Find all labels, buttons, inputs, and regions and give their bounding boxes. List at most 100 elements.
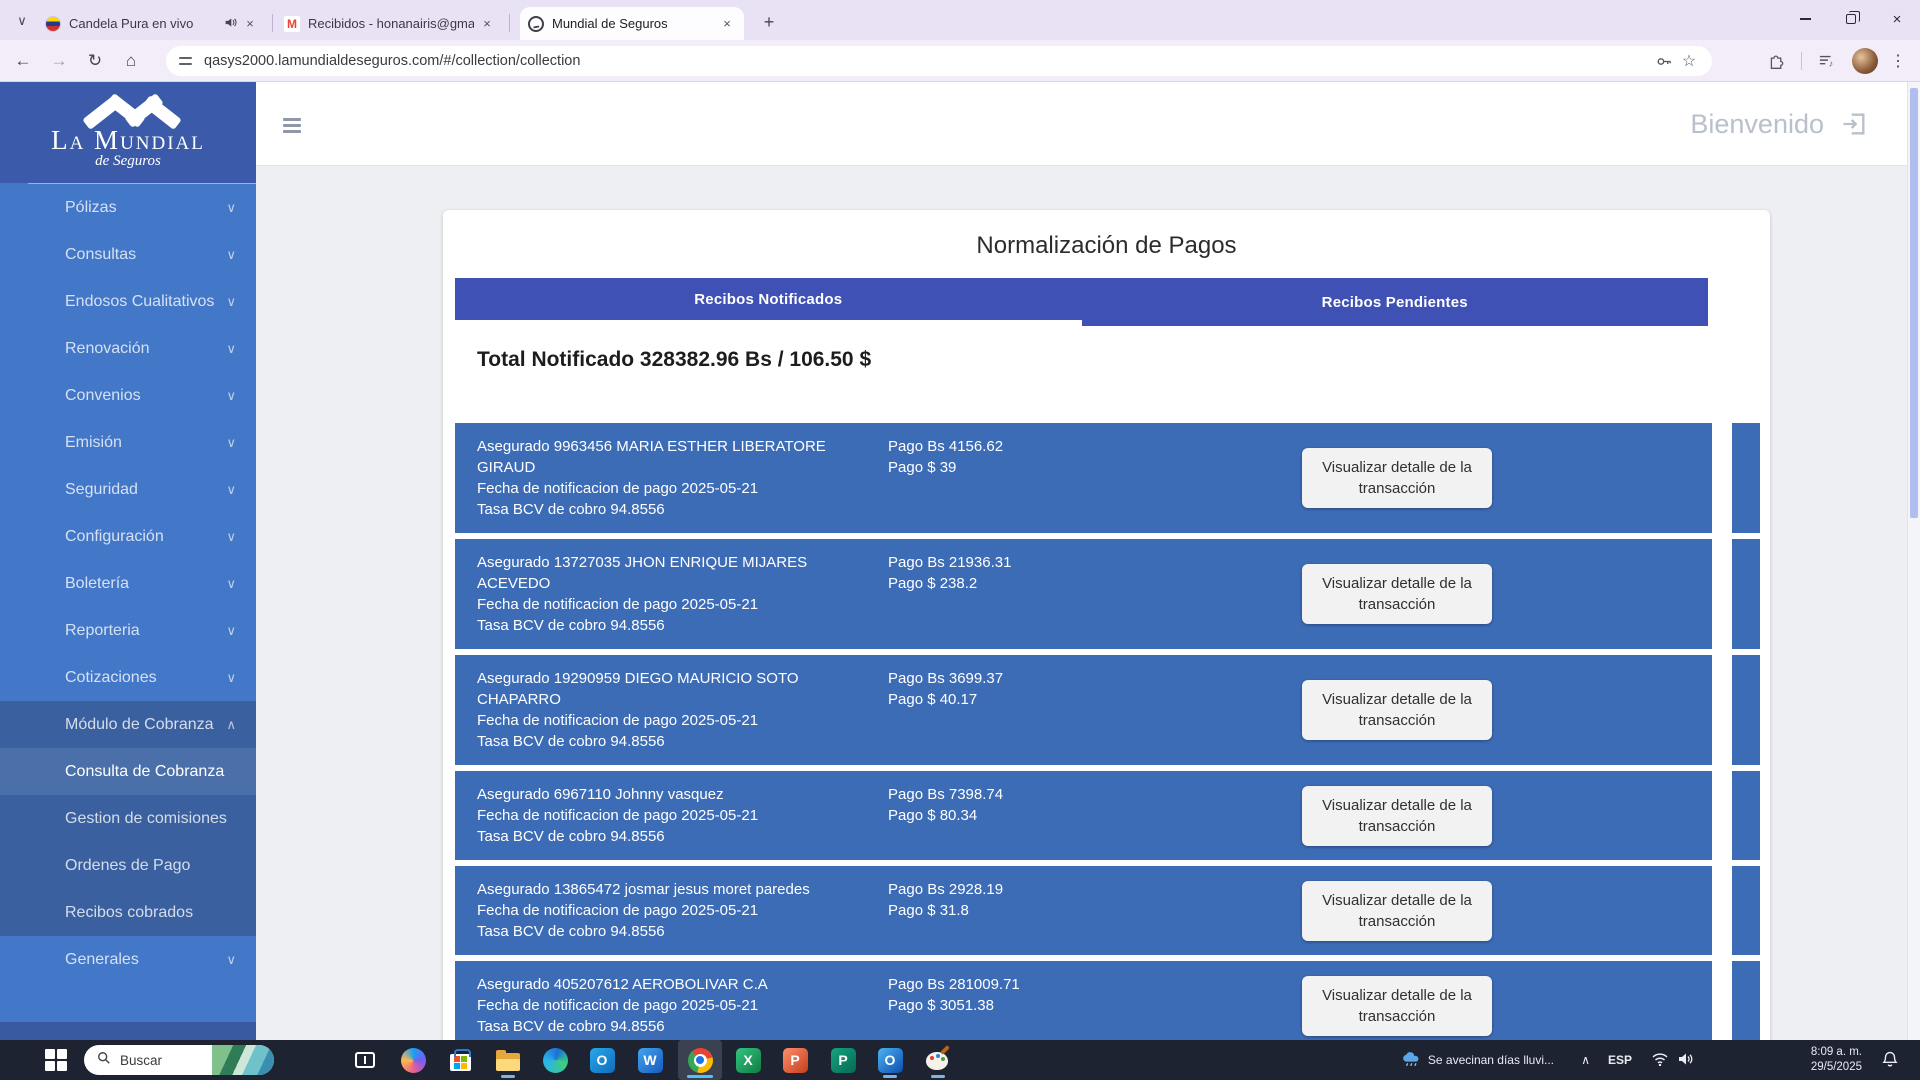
- clock[interactable]: 8:09 a. m. 29/5/2025: [1811, 1040, 1862, 1080]
- paint-button[interactable]: [916, 1040, 960, 1080]
- language-indicator[interactable]: ESP: [1608, 1040, 1632, 1080]
- copilot-button[interactable]: [391, 1040, 435, 1080]
- tab-mundial-active[interactable]: Mundial de Seguros ×: [520, 7, 744, 40]
- close-icon[interactable]: ×: [478, 15, 496, 33]
- sidebar-item-generales[interactable]: Generales∨: [0, 936, 256, 983]
- sidebar-item-boleteria[interactable]: Boletería∨: [0, 560, 256, 607]
- tab-search-icon[interactable]: ∨: [10, 10, 34, 32]
- sidebar-item-endosos[interactable]: Endosos Cualitativos∨: [0, 278, 256, 325]
- sidebar-item-configuracion[interactable]: Configuración∨: [0, 513, 256, 560]
- task-view-button[interactable]: [343, 1040, 387, 1080]
- store-button[interactable]: [438, 1040, 482, 1080]
- tab-candela[interactable]: Candela Pura en vivo ×: [37, 7, 267, 40]
- extensions-icon[interactable]: [1763, 48, 1789, 74]
- normalizacion-card: Normalización de Pagos Recibos Notificad…: [443, 210, 1770, 1040]
- forward-icon[interactable]: →: [44, 46, 74, 76]
- new-tab-button[interactable]: +: [756, 9, 782, 35]
- scrollbar-thumb[interactable]: [1910, 88, 1918, 518]
- sidebar-item-label: Emisión: [65, 434, 122, 452]
- active-indicator: [687, 1075, 713, 1078]
- profile-avatar[interactable]: [1852, 48, 1878, 74]
- sidebar-item-cotizaciones[interactable]: Cotizaciones∨: [0, 654, 256, 701]
- sidebar-item-reporteria[interactable]: Reporteria∨: [0, 607, 256, 654]
- sidebar-item-seguridad[interactable]: Seguridad∨: [0, 466, 256, 513]
- tab-recibos-notificados[interactable]: Recibos Notificados: [455, 278, 1082, 326]
- microsoft-store-icon: [450, 1054, 471, 1071]
- pago-bs: Pago Bs 7398.74: [888, 784, 1168, 805]
- fecha-notificacion: Fecha de notificacion de pago 2025-05-21: [477, 900, 842, 921]
- publisher-button[interactable]: P: [821, 1040, 865, 1080]
- site-info-icon[interactable]: [178, 53, 194, 69]
- sidebar-item-emision[interactable]: Emisión ∨: [0, 419, 256, 466]
- word-icon: W: [638, 1048, 663, 1073]
- minimize-button[interactable]: [1782, 0, 1828, 38]
- logout-icon[interactable]: [1840, 110, 1868, 138]
- view-transaction-button[interactable]: Visualizar detalle de la transacción: [1302, 448, 1492, 508]
- url-bar[interactable]: qasys2000.lamundialdeseguros.com/#/colle…: [166, 46, 1712, 76]
- tray-chevron-up-icon[interactable]: ∧: [1581, 1040, 1590, 1080]
- excel-button[interactable]: X: [726, 1040, 770, 1080]
- tasa-bcv: Tasa BCV de cobro 94.8556: [477, 499, 842, 520]
- close-icon[interactable]: ×: [718, 15, 736, 33]
- tab-title: Mundial de Seguros: [552, 16, 714, 31]
- search-highlight-image[interactable]: [212, 1045, 274, 1075]
- home-icon[interactable]: ⌂: [116, 46, 146, 76]
- pago-bs: Pago Bs 2928.19: [888, 879, 1168, 900]
- tasa-bcv: Tasa BCV de cobro 94.8556: [477, 615, 842, 636]
- file-explorer-button[interactable]: [486, 1040, 530, 1080]
- reload-icon[interactable]: ↻: [80, 46, 110, 76]
- browser-menu-icon[interactable]: ⋮: [1890, 51, 1906, 71]
- tab-gmail[interactable]: M Recibidos - honanairis@gmail.c ×: [276, 7, 504, 40]
- menu-icon[interactable]: [283, 118, 303, 133]
- close-window-button[interactable]: ×: [1874, 0, 1920, 38]
- sidebar-item-convenios[interactable]: Convenios∨: [0, 372, 256, 419]
- tab-audio-icon[interactable]: [224, 16, 237, 32]
- volume-icon[interactable]: [1678, 1052, 1694, 1071]
- sidebar-item-consulta-cobranza[interactable]: Consulta de Cobranza: [0, 748, 256, 795]
- chrome-button-active[interactable]: [678, 1040, 722, 1080]
- pago-bs: Pago Bs 4156.62: [888, 436, 1168, 457]
- receipt-info: Asegurado 13865472 josmar jesus moret pa…: [477, 879, 842, 942]
- sidebar-item-recibos-cobrados[interactable]: Recibos cobrados: [0, 889, 256, 936]
- powerpoint-button[interactable]: P: [773, 1040, 817, 1080]
- back-icon[interactable]: ←: [8, 46, 38, 76]
- restore-icon: [1846, 14, 1856, 24]
- tab-recibos-pendientes[interactable]: Recibos Pendientes: [1082, 278, 1709, 326]
- outlook-new-button[interactable]: O: [868, 1040, 912, 1080]
- outlook-classic-button[interactable]: O: [580, 1040, 624, 1080]
- sidebar-item-modulo-cobranza[interactable]: Módulo de Cobranza∧: [0, 701, 256, 748]
- receipt-row: Asegurado 13727035 JHON ENRIQUE MIJARES …: [455, 539, 1760, 649]
- edge-button[interactable]: [533, 1040, 577, 1080]
- sidebar-item-ordenes-pago[interactable]: Ordenes de Pago: [0, 842, 256, 889]
- sidebar-item-polizas[interactable]: Pólizas∨: [0, 184, 256, 231]
- view-transaction-button[interactable]: Visualizar detalle de la transacción: [1302, 976, 1492, 1036]
- view-transaction-button[interactable]: Visualizar detalle de la transacción: [1302, 564, 1492, 624]
- view-transaction-button[interactable]: Visualizar detalle de la transacción: [1302, 881, 1492, 941]
- receipts-list: Asegurado 9963456 MARIA ESTHER LIBERATOR…: [455, 423, 1760, 1040]
- windows-start-button[interactable]: [45, 1049, 67, 1071]
- notifications-bell-icon[interactable]: [1882, 1051, 1898, 1073]
- url-text[interactable]: qasys2000.lamundialdeseguros.com/#/colle…: [204, 53, 1650, 69]
- restore-button[interactable]: [1828, 0, 1874, 38]
- media-controls-icon[interactable]: ♪: [1814, 48, 1840, 74]
- word-button[interactable]: W: [628, 1040, 672, 1080]
- page-scrollbar[interactable]: [1907, 82, 1920, 1040]
- asegurado-name: Asegurado 19290959 DIEGO MAURICIO SOTO C…: [477, 668, 842, 710]
- bookmark-star-icon[interactable]: ☆: [1676, 48, 1702, 74]
- view-transaction-button[interactable]: Visualizar detalle de la transacción: [1302, 786, 1492, 846]
- sidebar-item-label: Configuración: [65, 528, 164, 546]
- taskbar-search[interactable]: Buscar: [84, 1045, 274, 1075]
- receipt-amounts: Pago Bs 3699.37 Pago $ 40.17: [888, 668, 1168, 752]
- sidebar-item-gestion-comisiones[interactable]: Gestion de comisiones: [0, 795, 256, 842]
- time: 8:09 a. m.: [1811, 1045, 1862, 1060]
- file-explorer-icon: [496, 1053, 520, 1071]
- close-icon[interactable]: ×: [241, 15, 259, 33]
- password-key-icon[interactable]: [1650, 48, 1676, 74]
- weather-widget[interactable]: Se avecinan días lluvi...: [1401, 1040, 1554, 1080]
- sidebar-item-consultas[interactable]: Consultas∨: [0, 231, 256, 278]
- view-transaction-button[interactable]: Visualizar detalle de la transacción: [1302, 680, 1492, 740]
- chevron-down-icon: ∨: [226, 435, 236, 451]
- network-icon[interactable]: [1652, 1052, 1668, 1071]
- pago-usd: Pago $ 3051.38: [888, 995, 1168, 1016]
- sidebar-item-renovacion[interactable]: Renovación∨: [0, 325, 256, 372]
